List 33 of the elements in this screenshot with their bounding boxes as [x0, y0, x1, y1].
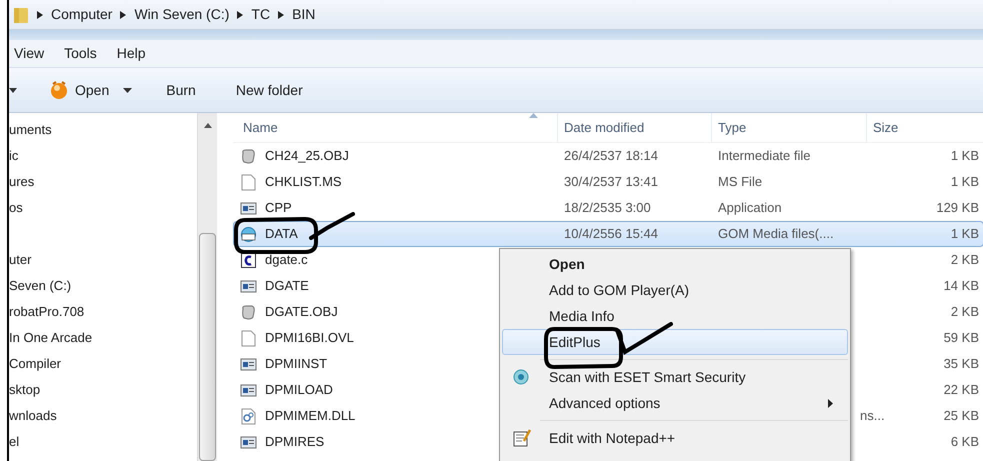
size-cell: 1 KB: [950, 148, 979, 164]
size-cell: 6 KB: [950, 434, 979, 450]
file-name: CHKLIST.MS: [265, 173, 342, 192]
date-cell: 10/4/2556 15:44: [564, 226, 658, 242]
file-name: DGATE.OBJ: [265, 303, 338, 322]
size-cell: 14 KB: [944, 278, 979, 294]
file-name: dgate.c: [265, 251, 308, 270]
file-name: DPMIMEM.DLL: [265, 407, 356, 426]
size-cell: 25 KB: [944, 408, 979, 424]
file-name: DPMILOAD: [265, 381, 333, 400]
type-cell: ns...: [860, 408, 885, 424]
file-name: DPMIINST: [265, 355, 328, 374]
file-name: DPMIRES: [265, 433, 324, 452]
size-cell: 22 KB: [944, 382, 979, 398]
type-cell: Intermediate file: [718, 148, 810, 164]
type-cell: MS File: [718, 174, 762, 190]
date-cell: 18/2/2535 3:00: [564, 200, 651, 216]
file-name: DATA: [265, 225, 298, 244]
date-cell: 30/4/2537 13:41: [564, 174, 658, 190]
date-cell: 26/4/2537 18:14: [564, 148, 658, 164]
file-name: CPP: [265, 199, 292, 218]
size-cell: 129 KB: [936, 200, 979, 216]
size-cell: 59 KB: [944, 330, 979, 346]
size-cell: 1 KB: [950, 174, 979, 190]
size-cell: 35 KB: [944, 356, 979, 372]
file-name: DGATE: [265, 277, 309, 296]
file-name: DPMI16BI.OVL: [265, 329, 354, 348]
type-cell: Application: [718, 200, 782, 216]
file-name: CH24_25.OBJ: [265, 147, 349, 166]
type-cell: GOM Media files(....: [718, 226, 834, 242]
size-cell: 2 KB: [950, 304, 979, 320]
size-cell: 2 KB: [950, 252, 979, 268]
size-cell: 1 KB: [950, 226, 979, 242]
